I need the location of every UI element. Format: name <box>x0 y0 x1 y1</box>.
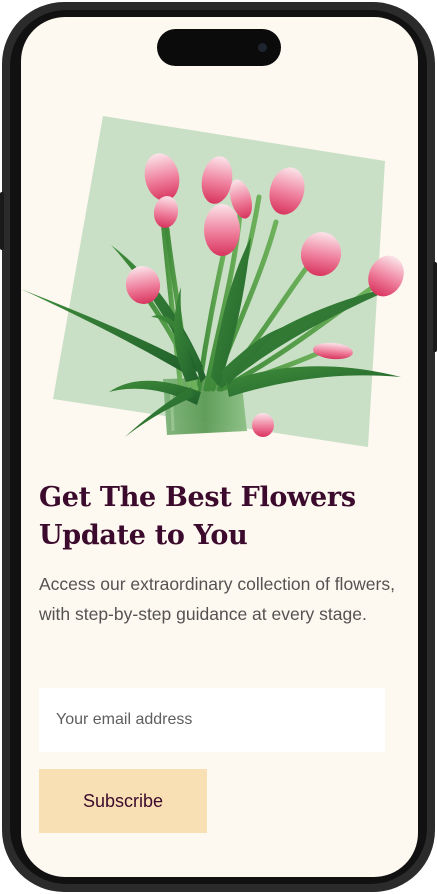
tulip-bouquet-image <box>21 116 404 447</box>
volume-button <box>0 192 4 250</box>
email-input[interactable] <box>39 688 385 752</box>
subscribe-button[interactable]: Subscribe <box>39 769 207 833</box>
dynamic-island <box>157 29 281 66</box>
power-button <box>433 262 437 352</box>
page-description: Access our extraordinary collection of f… <box>39 574 395 624</box>
screen: Get The Best Flowers Update to You Acces… <box>21 17 418 877</box>
page-title: Get The Best Flowers Update to You <box>39 482 356 551</box>
camera-icon <box>258 43 267 52</box>
